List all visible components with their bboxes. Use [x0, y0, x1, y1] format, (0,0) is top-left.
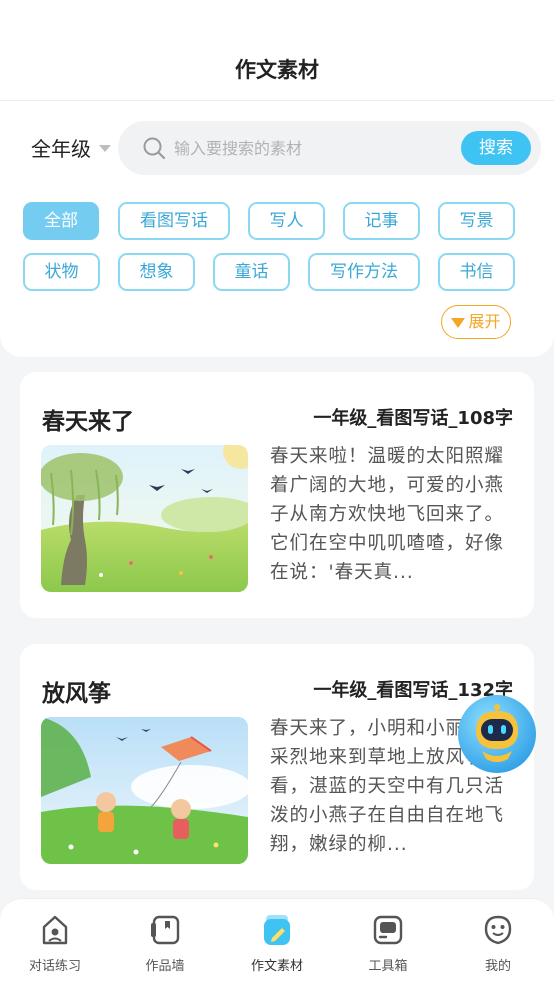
card-excerpt: 春天来啦！温暖的太阳照耀着广阔的大地，可爱的小燕子从南方欢快地飞回来了。它们在空…	[270, 446, 505, 583]
tab-label: 我的	[484, 959, 511, 974]
tab-dialogue-practice[interactable]: 对话练习	[15, 913, 95, 974]
tab-essay-material[interactable]: 作文素材	[237, 913, 317, 974]
chip-scenery[interactable]: 写景	[438, 202, 515, 240]
search-icon	[143, 137, 166, 160]
card-meta: 一年级_看图写话_108字	[313, 408, 513, 429]
kite-flying-illustration-image	[41, 717, 248, 864]
material-card[interactable]: 春天来了 一年级_看图写话_108字 春天来啦！温暖的太阳照耀着广阔的大地，可爱…	[20, 372, 534, 618]
tab-label: 作品墙	[145, 959, 185, 974]
expand-button[interactable]: 展开	[441, 305, 511, 339]
tab-label: 工具箱	[368, 959, 408, 974]
chip-all[interactable]: 全部	[23, 202, 99, 240]
spring-illustration-image	[41, 445, 248, 592]
chip-fairy-tale[interactable]: 童话	[213, 253, 290, 291]
chip-writing-methods[interactable]: 写作方法	[308, 253, 420, 291]
dropdown-caret-icon	[99, 145, 111, 152]
search-input[interactable]	[174, 134, 454, 162]
chip-picture-writing[interactable]: 看图写话	[118, 202, 230, 240]
card-title: 放风筝	[42, 681, 111, 707]
grade-select-label: 全年级	[31, 137, 91, 161]
essay-material-icon	[264, 915, 290, 945]
chip-objects[interactable]: 状物	[23, 253, 100, 291]
grade-select[interactable]: 全年级	[31, 133, 111, 162]
tab-profile[interactable]: 我的	[458, 913, 538, 974]
tab-label: 作文素材	[250, 959, 303, 974]
search-button[interactable]: 搜索	[461, 131, 531, 165]
expand-triangle-icon	[451, 318, 466, 328]
page-title: 作文素材	[235, 58, 319, 82]
filter-panel: 全年级 搜索 全部 看图写话 写人 记事 写景 状物 想象 童话 写作方法 书信…	[0, 101, 554, 357]
toolbox-icon	[373, 915, 403, 945]
chip-events[interactable]: 记事	[343, 202, 420, 240]
bottom-tab-bar: 对话练习 作品墙 作文素材 工具箱 我的	[0, 898, 554, 984]
chip-imagination[interactable]: 想象	[118, 253, 195, 291]
top-header: 作文素材	[0, 0, 554, 100]
tab-works-wall[interactable]: 作品墙	[125, 913, 205, 974]
tab-label: 对话练习	[28, 959, 81, 974]
card-title: 春天来了	[42, 409, 134, 435]
ai-assistant-bot-icon[interactable]	[456, 693, 538, 775]
chip-people[interactable]: 写人	[248, 202, 325, 240]
chip-letters[interactable]: 书信	[438, 253, 515, 291]
profile-icon	[484, 915, 512, 945]
works-wall-icon	[151, 915, 180, 945]
chat-practice-icon	[42, 915, 68, 945]
search-box: 搜索	[118, 121, 541, 175]
tab-toolbox[interactable]: 工具箱	[348, 913, 428, 974]
expand-label: 展开	[468, 312, 501, 331]
